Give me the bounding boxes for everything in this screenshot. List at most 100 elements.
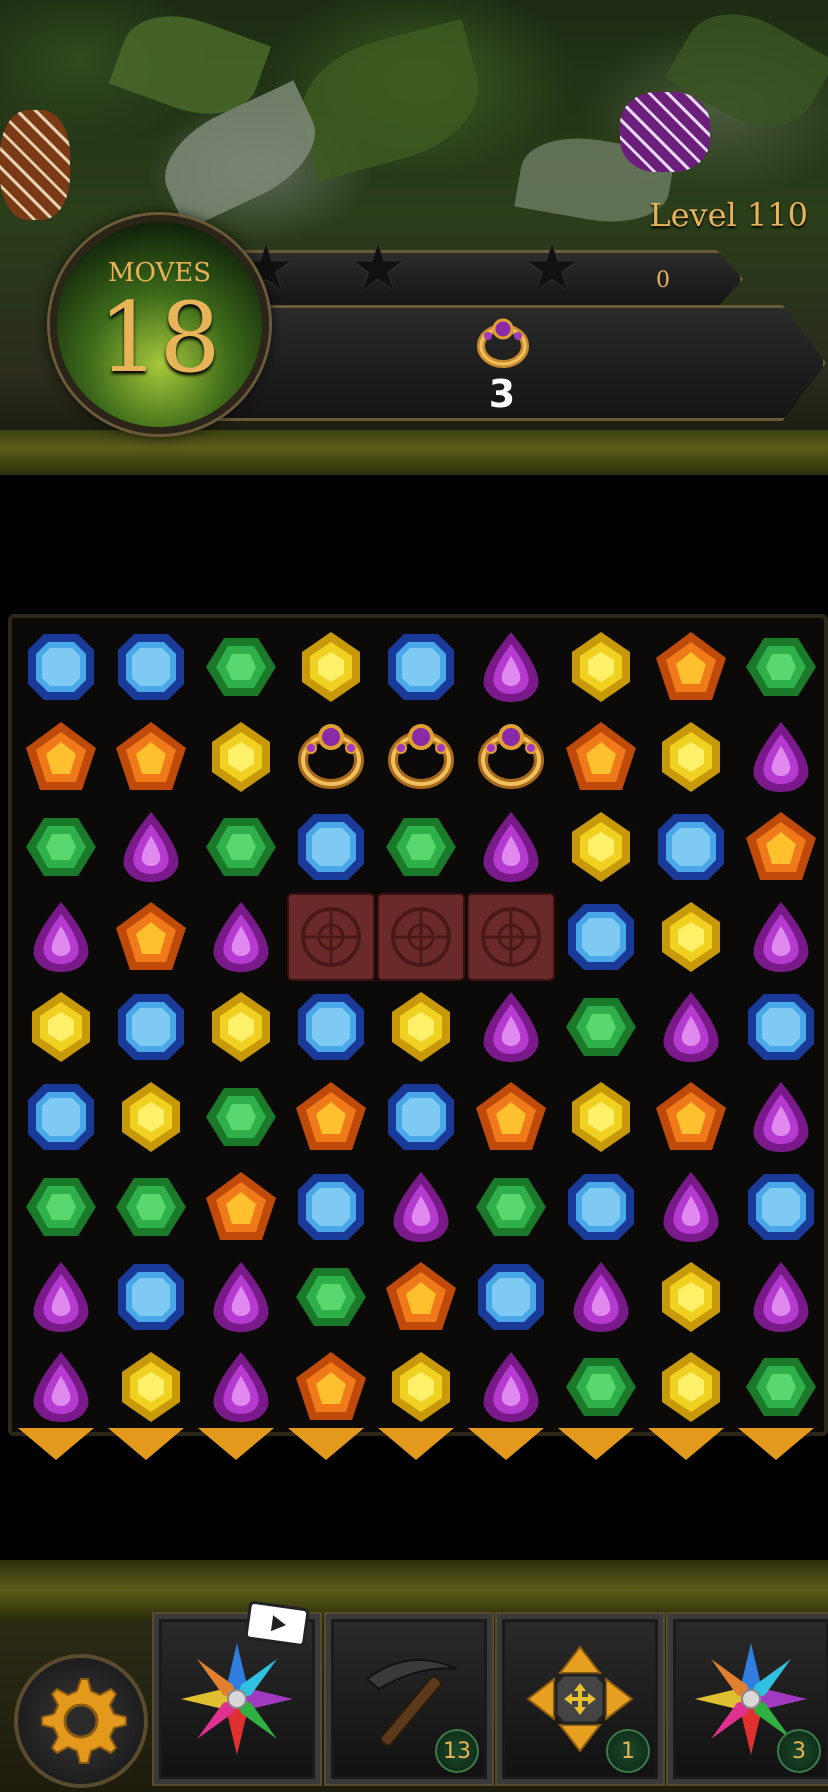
yellow-gem[interactable] xyxy=(556,802,646,892)
blue-gem[interactable] xyxy=(646,802,736,892)
drop-arrow-icon xyxy=(288,1428,364,1460)
yellow-gem[interactable] xyxy=(16,982,106,1072)
purple-gem[interactable] xyxy=(16,1342,106,1432)
purple-gem[interactable] xyxy=(646,982,736,1072)
orange-gem[interactable] xyxy=(646,1072,736,1162)
moss-border xyxy=(0,1560,828,1620)
purple-gem[interactable] xyxy=(16,1252,106,1342)
purple-gem[interactable] xyxy=(736,892,826,982)
green-gem[interactable] xyxy=(106,1162,196,1252)
ring-collectible[interactable] xyxy=(376,712,466,802)
purple-gem[interactable] xyxy=(466,622,556,712)
yellow-gem[interactable] xyxy=(646,1342,736,1432)
green-gem[interactable] xyxy=(196,622,286,712)
drop-arrow-icon xyxy=(558,1428,634,1460)
orange-gem[interactable] xyxy=(106,892,196,982)
blue-gem[interactable] xyxy=(106,982,196,1072)
yellow-gem[interactable] xyxy=(286,622,376,712)
yellow-gem[interactable] xyxy=(376,1342,466,1432)
purple-gem[interactable] xyxy=(736,1252,826,1342)
purple-gem[interactable] xyxy=(196,1252,286,1342)
flower-decoration xyxy=(0,110,70,220)
green-gem[interactable] xyxy=(556,1342,646,1432)
ring-collectible[interactable] xyxy=(286,712,376,802)
purple-gem[interactable] xyxy=(556,1252,646,1342)
yellow-gem[interactable] xyxy=(556,622,646,712)
blue-gem[interactable] xyxy=(556,1162,646,1252)
stone-block[interactable] xyxy=(376,892,466,982)
blue-gem[interactable] xyxy=(736,982,826,1072)
blue-gem[interactable] xyxy=(286,982,376,1072)
purple-gem[interactable] xyxy=(466,802,556,892)
yellow-gem[interactable] xyxy=(376,982,466,1072)
purple-gem[interactable] xyxy=(16,892,106,982)
green-gem[interactable] xyxy=(376,802,466,892)
booster-count: 13 xyxy=(435,1729,479,1773)
star-icon: ★ xyxy=(350,231,406,304)
purple-gem[interactable] xyxy=(196,1342,286,1432)
purple-gem[interactable] xyxy=(466,982,556,1072)
blue-gem[interactable] xyxy=(106,622,196,712)
stone-block[interactable] xyxy=(286,892,376,982)
rainbow-star-icon xyxy=(181,1643,293,1755)
leaf-decoration xyxy=(287,18,493,182)
green-gem[interactable] xyxy=(196,1072,286,1162)
purple-gem[interactable] xyxy=(106,802,196,892)
yellow-gem[interactable] xyxy=(106,1342,196,1432)
orange-gem[interactable] xyxy=(286,1072,376,1162)
orange-gem[interactable] xyxy=(556,712,646,802)
drop-arrow-icon xyxy=(108,1428,184,1460)
gear-icon xyxy=(41,1678,127,1764)
green-gem[interactable] xyxy=(556,982,646,1072)
purple-gem[interactable] xyxy=(646,1162,736,1252)
blue-gem[interactable] xyxy=(466,1252,556,1342)
ring-collectible[interactable] xyxy=(466,712,556,802)
green-gem[interactable] xyxy=(736,1342,826,1432)
orange-gem[interactable] xyxy=(16,712,106,802)
yellow-gem[interactable] xyxy=(646,892,736,982)
purple-gem[interactable] xyxy=(736,1072,826,1162)
blue-gem[interactable] xyxy=(286,1162,376,1252)
score-value: 0 xyxy=(656,268,670,293)
drop-arrow-icon xyxy=(468,1428,544,1460)
yellow-gem[interactable] xyxy=(196,712,286,802)
blue-gem[interactable] xyxy=(376,1072,466,1162)
green-gem[interactable] xyxy=(286,1252,376,1342)
green-gem[interactable] xyxy=(736,622,826,712)
yellow-gem[interactable] xyxy=(196,982,286,1072)
orange-gem[interactable] xyxy=(196,1162,286,1252)
blue-gem[interactable] xyxy=(106,1252,196,1342)
pickaxe-booster[interactable]: 13 xyxy=(326,1614,492,1784)
blue-gem[interactable] xyxy=(376,622,466,712)
stone-block[interactable] xyxy=(466,892,556,982)
purple-gem[interactable] xyxy=(376,1162,466,1252)
yellow-gem[interactable] xyxy=(646,1252,736,1342)
yellow-gem[interactable] xyxy=(556,1072,646,1162)
ring-icon xyxy=(477,318,529,368)
booster-count: 1 xyxy=(606,1729,650,1773)
green-gem[interactable] xyxy=(16,802,106,892)
green-gem[interactable] xyxy=(16,1162,106,1252)
yellow-gem[interactable] xyxy=(106,1072,196,1162)
swap-booster[interactable]: 1 xyxy=(497,1614,663,1784)
green-gem[interactable] xyxy=(466,1162,556,1252)
blue-gem[interactable] xyxy=(736,1162,826,1252)
orange-gem[interactable] xyxy=(376,1252,466,1342)
purple-gem[interactable] xyxy=(736,712,826,802)
purple-gem[interactable] xyxy=(196,892,286,982)
star-gem-booster[interactable]: 3 xyxy=(668,1614,828,1784)
purple-gem[interactable] xyxy=(466,1342,556,1432)
yellow-gem[interactable] xyxy=(646,712,736,802)
blue-gem[interactable] xyxy=(556,892,646,982)
orange-gem[interactable] xyxy=(646,622,736,712)
orange-gem[interactable] xyxy=(466,1072,556,1162)
orange-gem[interactable] xyxy=(106,712,196,802)
orange-gem[interactable] xyxy=(286,1342,376,1432)
green-gem[interactable] xyxy=(196,802,286,892)
orange-gem[interactable] xyxy=(736,802,826,892)
blue-gem[interactable] xyxy=(286,802,376,892)
blue-gem[interactable] xyxy=(16,622,106,712)
blue-gem[interactable] xyxy=(16,1072,106,1162)
drop-arrow-icon xyxy=(18,1428,94,1460)
settings-button[interactable] xyxy=(14,1654,148,1788)
